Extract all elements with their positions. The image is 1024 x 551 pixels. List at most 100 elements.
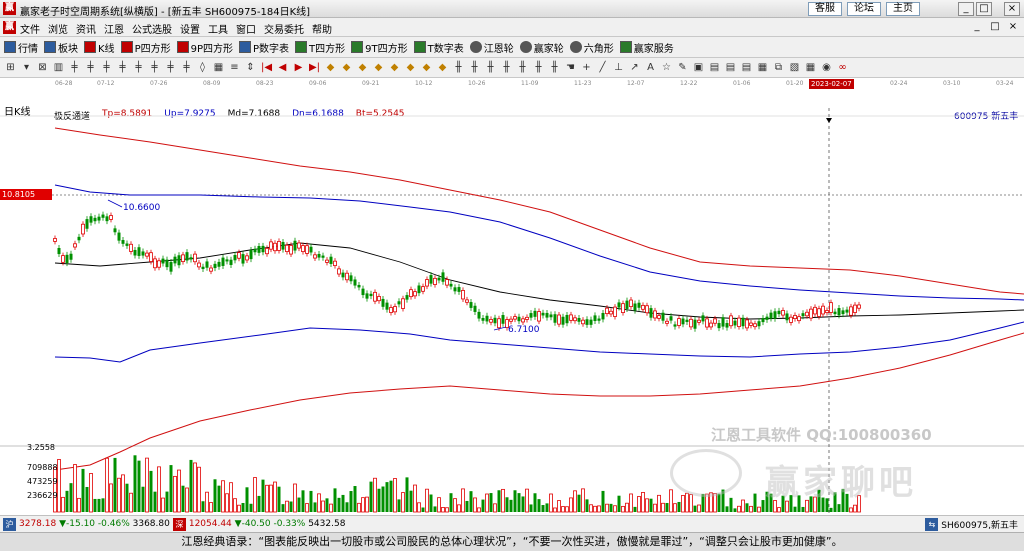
candle3-icon[interactable]: ╪ [100,61,113,74]
candle4-icon[interactable]: ╪ [116,61,129,74]
app-logo-icon: 赢 [3,2,16,15]
volume-bar [281,504,285,512]
forum-link[interactable]: 论坛 [847,2,881,16]
tb-service[interactable]: 赢家服务 [619,40,674,55]
menu-help[interactable]: 帮助 [312,21,332,36]
diamond4-icon[interactable]: ◆ [372,61,385,74]
home-link[interactable]: 主页 [886,2,920,16]
pencil-icon[interactable]: ✎ [676,61,689,74]
tick2-icon[interactable]: ╫ [468,61,481,74]
tb-hexagon[interactable]: 六角形 [569,40,614,55]
shape-icon[interactable]: ☆ [660,61,673,74]
up-down-icon[interactable]: ⇕ [244,61,257,74]
chart-icon[interactable]: ▧ [788,61,801,74]
maximize-button[interactable]: □ [976,2,992,16]
menu-browse[interactable]: 浏览 [48,21,68,36]
hand-icon[interactable]: ☚ [564,61,577,74]
crosshair-icon[interactable]: + [580,61,593,74]
tick5-icon[interactable]: ╫ [516,61,529,74]
first-icon[interactable]: |◀ [260,61,273,74]
volume-bar [293,483,297,513]
candle-body [825,310,829,313]
menu-info[interactable]: 资讯 [76,21,96,36]
last-icon[interactable]: ▶| [308,61,321,74]
zoom-icon[interactable]: ⊠ [36,61,49,74]
menu-settings[interactable]: 设置 [180,21,200,36]
candle-icon[interactable]: ╪ [68,61,81,74]
tick-icon[interactable]: ╫ [452,61,465,74]
candle7-icon[interactable]: ╪ [164,61,177,74]
tb-winner-wheel[interactable]: 赢家轮 [519,40,564,55]
line-icon[interactable]: ╱ [596,61,609,74]
prev-icon[interactable]: ◀ [276,61,289,74]
bar-icon[interactable]: ▥ [52,61,65,74]
volume-bar [473,497,477,513]
diamond5-icon[interactable]: ◆ [388,61,401,74]
tb-9p-square[interactable]: 9P四方形 [176,40,233,55]
cursor-icon[interactable]: ⊞ [4,61,17,74]
menu-file[interactable]: 文件 [20,21,40,36]
volume-bar [209,502,213,513]
tb-kline[interactable]: K线 [84,40,115,55]
diamond8-icon[interactable]: ◆ [436,61,449,74]
mdi-close-button[interactable]: × [1006,21,1020,34]
infinity-icon[interactable]: ∞ [836,61,849,74]
mdi-restore-button[interactable]: □ [988,21,1002,34]
volume-bar [465,500,469,512]
close-button[interactable]: × [1004,2,1020,16]
candle6-icon[interactable]: ╪ [148,61,161,74]
disk3-icon[interactable]: ▤ [740,61,753,74]
disk2-icon[interactable]: ▤ [724,61,737,74]
copy-icon[interactable]: ⧉ [772,61,785,74]
tick6-icon[interactable]: ╫ [532,61,545,74]
sh-index-icon[interactable]: 沪 [3,517,16,531]
diamond7-icon[interactable]: ◆ [420,61,433,74]
sz-index-icon[interactable]: 深 [172,517,186,531]
candle5-icon[interactable]: ╪ [132,61,145,74]
candle8-icon[interactable]: ╪ [180,61,193,74]
tb-t-square[interactable]: T四方形 [295,40,345,55]
tb-sector[interactable]: 板块 [44,40,78,55]
table-icon[interactable]: ▦ [804,61,817,74]
candle-body [733,320,737,326]
diamond-icon[interactable]: ◆ [324,61,337,74]
tb-p-table[interactable]: P数字表 [239,40,289,55]
tb-quotes[interactable]: 行情 [4,40,38,55]
tb-t-table[interactable]: T数字表 [413,40,464,55]
diamond6-icon[interactable]: ◆ [404,61,417,74]
list-icon[interactable]: ≡ [228,61,241,74]
diamond3-icon[interactable]: ◆ [356,61,369,74]
tb-9t-square[interactable]: 9T四方形 [351,40,408,55]
mdi-minimize-button[interactable]: _ [970,21,984,34]
text-icon[interactable]: A [644,61,657,74]
menu-gann[interactable]: 江恩 [104,21,124,36]
tick3-icon[interactable]: ╫ [484,61,497,74]
grid-icon[interactable]: ▦ [212,61,225,74]
current-stock[interactable]: ⇆ SH600975,新五丰 [925,518,1018,531]
square-icon[interactable]: ▣ [692,61,705,74]
layout-icon[interactable]: ▦ [756,61,769,74]
arrow-icon[interactable]: ↗ [628,61,641,74]
dropdown-icon[interactable]: ▾ [20,61,33,74]
menu-trade[interactable]: 交易委托 [264,21,304,36]
tick4-icon[interactable]: ╫ [500,61,513,74]
minimize-button[interactable]: _ [958,2,974,16]
next-icon[interactable]: ▶ [292,61,305,74]
tool-icon[interactable]: ◊ [196,61,209,74]
candle-body [65,254,69,264]
customer-service-link[interactable]: 客服 [808,2,842,16]
candle2-icon[interactable]: ╪ [84,61,97,74]
tb-gann-wheel[interactable]: 江恩轮 [469,40,514,55]
ruler-icon[interactable]: ⊥ [612,61,625,74]
tb-p-square[interactable]: P四方形 [120,40,171,55]
diamond2-icon[interactable]: ◆ [340,61,353,74]
menu-window[interactable]: 窗口 [236,21,256,36]
candle-body [757,321,761,327]
menu-formula[interactable]: 公式选股 [132,21,172,36]
candle-body [229,259,233,265]
menu-tools[interactable]: 工具 [208,21,228,36]
tick7-icon[interactable]: ╫ [548,61,561,74]
globe-icon[interactable]: ◉ [820,61,833,74]
disk-icon[interactable]: ▤ [708,61,721,74]
volume-bar [441,507,445,513]
